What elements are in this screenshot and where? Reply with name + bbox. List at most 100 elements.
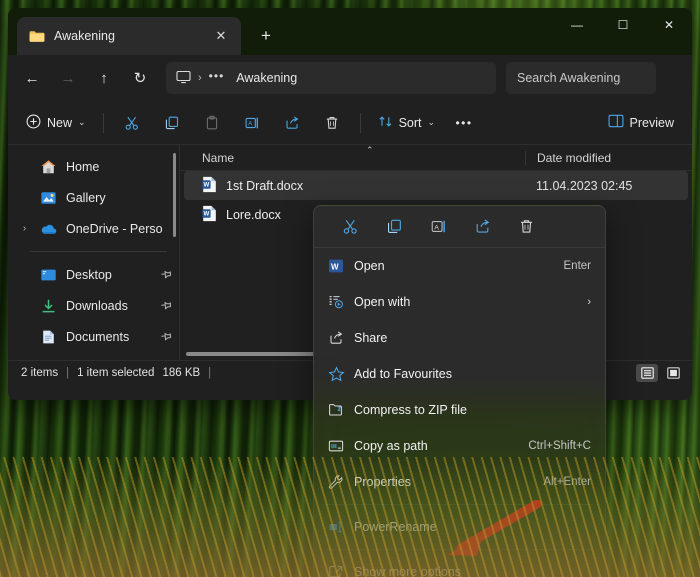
sidebar-item-gallery[interactable]: Gallery xyxy=(8,182,179,213)
pin-icon-desktop[interactable] xyxy=(157,266,174,284)
delete-button[interactable] xyxy=(313,107,351,139)
copy-button[interactable] xyxy=(153,107,191,139)
column-header-name[interactable]: Name xyxy=(180,151,525,165)
tab-awakening[interactable]: Awakening ✕ xyxy=(17,17,241,55)
breadcrumb-separator: › xyxy=(198,72,202,84)
rename-button[interactable]: A xyxy=(233,107,271,139)
context-menu-label-copy-as-path: Copy as path xyxy=(354,439,428,453)
share-button[interactable] xyxy=(273,107,311,139)
tab-title: Awakening xyxy=(54,29,115,43)
maximize-button[interactable]: ☐ xyxy=(600,8,646,41)
tab-close-icon[interactable]: ✕ xyxy=(210,25,232,47)
svg-text:A: A xyxy=(434,224,439,231)
column-header-date-modified[interactable]: Date modified xyxy=(525,150,692,165)
close-button[interactable]: ✕ xyxy=(646,8,692,41)
context-menu-item-share[interactable]: Share xyxy=(314,320,605,356)
context-menu-item-properties[interactable]: Properties Alt+Enter xyxy=(314,464,605,500)
star-icon xyxy=(328,366,354,382)
table-row[interactable]: W 1st Draft.docx 11.04.2023 02:45 xyxy=(184,171,688,200)
breadcrumb[interactable]: › ••• Awakening xyxy=(166,62,496,94)
desktop-wallpaper: Awakening ✕ + — ☐ ✕ ← → ↑ ↻ › ••• Awaken… xyxy=(0,0,700,577)
share-icon xyxy=(328,330,354,346)
large-icons-view-button[interactable] xyxy=(662,364,684,382)
share-icon[interactable] xyxy=(460,212,504,242)
sidebar-item-label-documents: Documents xyxy=(66,329,130,344)
refresh-button[interactable]: ↻ xyxy=(124,62,156,94)
context-menu-item-open-with[interactable]: Open with › xyxy=(314,284,605,320)
chevron-right-icon[interactable]: › xyxy=(18,223,31,234)
pin-icon-downloads[interactable] xyxy=(157,297,174,315)
context-menu-accel-properties: Alt+Enter xyxy=(543,476,591,488)
copy-icon[interactable] xyxy=(372,212,416,242)
details-view-button[interactable] xyxy=(636,364,658,382)
sort-label: Sort xyxy=(398,115,422,130)
sidebar-item-downloads[interactable]: Downloads xyxy=(8,290,179,321)
sidebar-item-home[interactable]: Home xyxy=(8,151,179,182)
context-menu-separator xyxy=(326,504,593,505)
sidebar-item-documents[interactable]: Documents xyxy=(8,321,179,352)
svg-text:W: W xyxy=(331,262,339,271)
breadcrumb-current: Awakening xyxy=(236,71,298,85)
pin-icon-documents[interactable] xyxy=(157,328,174,346)
sort-button[interactable]: Sort ⌄ xyxy=(370,107,443,139)
preview-label: Preview xyxy=(629,115,674,130)
sort-indicator-icon: ⌃ xyxy=(366,145,374,155)
sidebar-divider xyxy=(30,251,167,252)
tab-strip: Awakening ✕ + xyxy=(8,8,281,55)
more-options-button[interactable]: ••• xyxy=(445,107,483,139)
context-menu-item-show-more-options[interactable]: Show more options xyxy=(314,554,605,577)
column-headers: ⌃ Name Date modified xyxy=(180,145,692,171)
minimize-button[interactable]: — xyxy=(554,8,600,41)
chevron-down-icon: ⌄ xyxy=(78,117,86,127)
context-menu-item-copy-as-path[interactable]: Copy as path Ctrl+Shift+C xyxy=(314,428,605,464)
window-controls: — ☐ ✕ xyxy=(554,8,692,41)
sidebar-item-label-home: Home xyxy=(66,159,100,174)
context-menu-item-compress-to-zip[interactable]: Compress to ZIP file xyxy=(314,392,605,428)
new-button[interactable]: New ⌄ xyxy=(18,107,94,139)
file-name-cell: W 1st Draft.docx xyxy=(184,176,525,196)
preview-button[interactable]: Preview xyxy=(600,107,682,139)
monitor-icon xyxy=(176,70,191,87)
sidebar-item-desktop[interactable]: Desktop xyxy=(8,259,179,290)
zip-icon xyxy=(328,402,354,418)
delete-icon[interactable] xyxy=(504,212,548,242)
forward-button[interactable]: → xyxy=(52,62,84,94)
new-button-label: New xyxy=(47,115,73,130)
status-selection: 1 item selected xyxy=(77,367,155,379)
breadcrumb-overflow[interactable]: ••• xyxy=(209,69,225,83)
copy-path-icon xyxy=(328,438,354,454)
search-input[interactable]: Search Awakening xyxy=(506,62,656,94)
powerrename-icon xyxy=(328,519,354,535)
context-menu-label-properties: Properties xyxy=(354,475,411,489)
context-menu-label-compress-to-zip: Compress to ZIP file xyxy=(354,403,468,417)
paste-button[interactable] xyxy=(193,107,231,139)
context-menu-item-open[interactable]: W Open Enter xyxy=(314,248,605,284)
command-bar: New ⌄ A Sort ⌄ ••• Preview xyxy=(8,101,692,145)
context-menu-separator-2 xyxy=(326,549,593,550)
folder-icon xyxy=(29,30,45,43)
onedrive-icon xyxy=(40,220,57,237)
word-doc-icon: W xyxy=(202,176,217,196)
cut-icon[interactable] xyxy=(328,212,372,242)
sidebar-scrollbar[interactable] xyxy=(173,153,176,237)
new-tab-button[interactable]: + xyxy=(251,21,281,51)
sidebar-item-onedrive[interactable]: › OneDrive - Perso xyxy=(8,213,179,244)
context-menu-item-add-to-favourites[interactable]: Add to Favourites xyxy=(314,356,605,392)
sidebar-item-label-onedrive: OneDrive - Perso xyxy=(66,221,163,236)
context-menu-item-powerrename[interactable]: PowerRename xyxy=(314,509,605,545)
up-button[interactable]: ↑ xyxy=(88,62,120,94)
title-bar: Awakening ✕ + — ☐ ✕ xyxy=(8,8,692,55)
back-button[interactable]: ← xyxy=(16,62,48,94)
open-with-icon xyxy=(328,294,354,310)
context-menu-label-open: Open xyxy=(354,259,385,273)
wrench-icon xyxy=(328,474,354,490)
word-icon: W xyxy=(328,258,354,274)
sidebar-item-label-gallery: Gallery xyxy=(66,190,106,205)
rename-icon[interactable]: A xyxy=(416,212,460,242)
sort-icon xyxy=(378,114,393,132)
file-date-cell: 11.04.2023 02:45 xyxy=(536,178,633,193)
status-divider-2: | xyxy=(208,367,212,379)
cut-button[interactable] xyxy=(113,107,151,139)
chevron-down-icon-sort: ⌄ xyxy=(427,117,436,127)
documents-icon xyxy=(40,328,57,345)
